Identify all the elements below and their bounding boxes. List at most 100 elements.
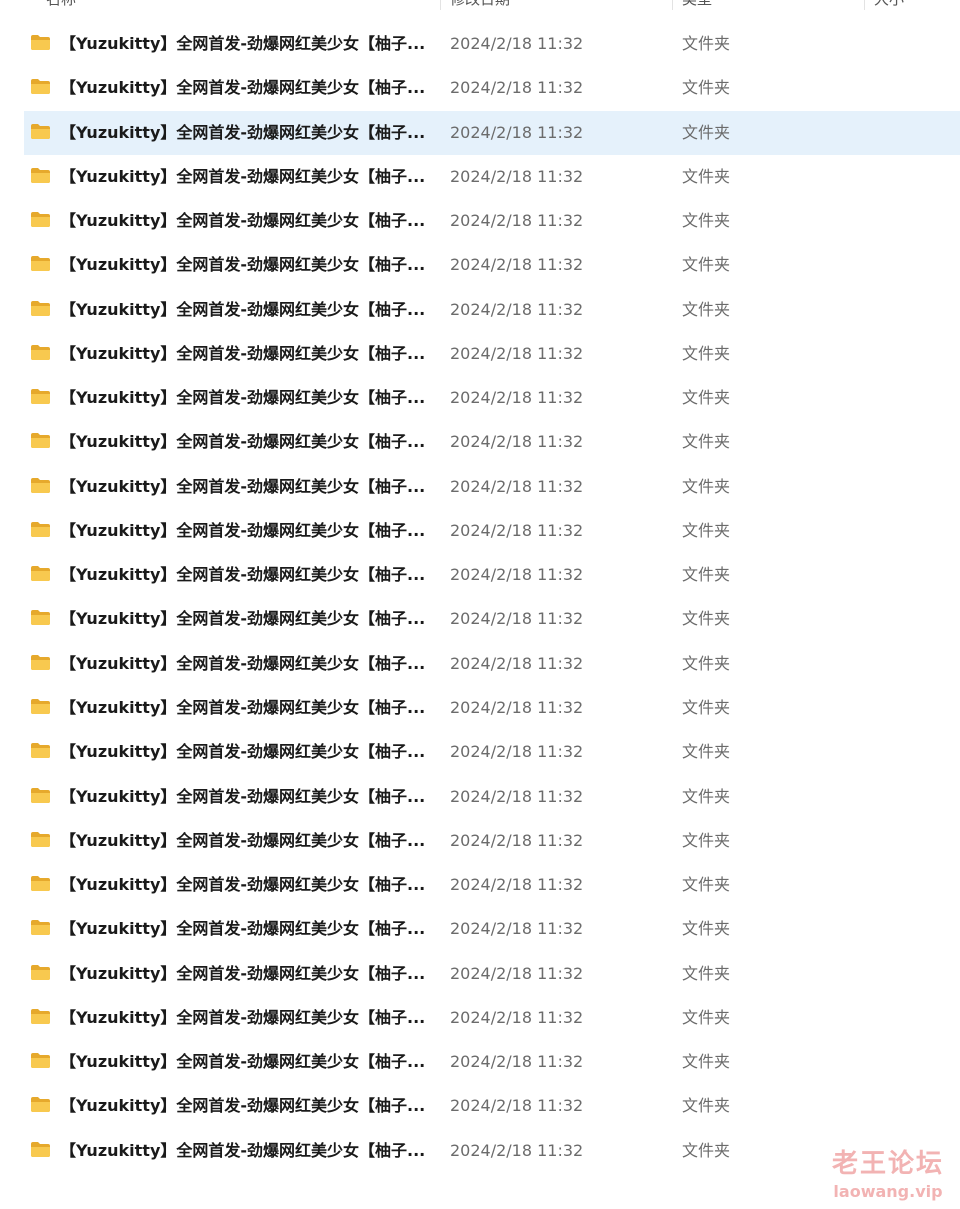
file-list: 【Yuzukitty】全网首发-劲爆网红美少女【柚子... 2024/2/18 1… [24, 22, 960, 1173]
column-header: 名称 修改日期 类型 大小 [0, 0, 960, 10]
file-name: 【Yuzukitty】全网首发-劲爆网红美少女【柚子... [60, 211, 426, 231]
folder-icon [31, 654, 50, 670]
file-row[interactable]: 【Yuzukitty】全网首发-劲爆网红美少女【柚子... 2024/2/18 1… [24, 907, 960, 951]
folder-icon [31, 300, 50, 316]
file-type: 文件夹 [682, 653, 731, 673]
file-name: 【Yuzukitty】全网首发-劲爆网红美少女【柚子... [60, 1140, 426, 1160]
file-name: 【Yuzukitty】全网首发-劲爆网红美少女【柚子... [60, 520, 426, 540]
file-name: 【Yuzukitty】全网首发-劲爆网红美少女【柚子... [60, 919, 426, 939]
file-row[interactable]: 【Yuzukitty】全网首发-劲爆网红美少女【柚子... 2024/2/18 1… [24, 243, 960, 287]
file-row[interactable]: 【Yuzukitty】全网首发-劲爆网红美少女【柚子... 2024/2/18 1… [24, 775, 960, 819]
file-date: 2024/2/18 11:32 [450, 653, 584, 673]
file-row[interactable]: 【Yuzukitty】全网首发-劲爆网红美少女【柚子... 2024/2/18 1… [24, 642, 960, 686]
file-row[interactable]: 【Yuzukitty】全网首发-劲爆网红美少女【柚子... 2024/2/18 1… [24, 952, 960, 996]
file-date: 2024/2/18 11:32 [450, 122, 584, 142]
file-type: 文件夹 [682, 78, 731, 98]
file-name: 【Yuzukitty】全网首发-劲爆网红美少女【柚子... [60, 875, 426, 895]
file-type: 文件夹 [682, 388, 731, 408]
file-row[interactable]: 【Yuzukitty】全网首发-劲爆网红美少女【柚子... 2024/2/18 1… [24, 1084, 960, 1128]
file-type: 文件夹 [682, 211, 731, 231]
file-type: 文件夹 [682, 786, 731, 806]
file-date: 2024/2/18 11:32 [450, 609, 584, 629]
column-header-size[interactable]: 大小 [874, 0, 904, 9]
file-date: 2024/2/18 11:32 [450, 875, 584, 895]
folder-icon [31, 566, 50, 582]
file-row[interactable]: 【Yuzukitty】全网首发-劲爆网红美少女【柚子... 2024/2/18 1… [24, 66, 960, 110]
file-date: 2024/2/18 11:32 [450, 919, 584, 939]
file-row[interactable]: 【Yuzukitty】全网首发-劲爆网红美少女【柚子... 2024/2/18 1… [24, 996, 960, 1040]
folder-icon [31, 389, 50, 405]
watermark: 老王论坛 laowang.vip [832, 1143, 944, 1201]
folder-icon [31, 521, 50, 537]
file-name: 【Yuzukitty】全网首发-劲爆网红美少女【柚子... [60, 34, 426, 53]
file-date: 2024/2/18 11:32 [450, 786, 584, 806]
file-row[interactable]: 【Yuzukitty】全网首发-劲爆网红美少女【柚子... 2024/2/18 1… [24, 288, 960, 332]
file-row[interactable]: 【Yuzukitty】全网首发-劲爆网红美少女【柚子... 2024/2/18 1… [24, 1040, 960, 1084]
file-type: 文件夹 [682, 1096, 731, 1116]
file-date: 2024/2/18 11:32 [450, 1140, 584, 1160]
file-date: 2024/2/18 11:32 [450, 432, 584, 452]
file-row[interactable]: 【Yuzukitty】全网首发-劲爆网红美少女【柚子... 2024/2/18 1… [24, 1129, 960, 1173]
file-name: 【Yuzukitty】全网首发-劲爆网红美少女【柚子... [60, 697, 426, 717]
folder-icon [31, 1008, 50, 1024]
file-date: 2024/2/18 11:32 [450, 166, 584, 186]
folder-icon [31, 920, 50, 936]
file-type: 文件夹 [682, 1007, 731, 1027]
folder-icon [31, 1141, 50, 1157]
file-type: 文件夹 [682, 299, 731, 319]
folder-icon [31, 167, 50, 183]
file-row[interactable]: 【Yuzukitty】全网首发-劲爆网红美少女【柚子... 2024/2/18 1… [24, 376, 960, 420]
file-row[interactable]: 【Yuzukitty】全网首发-劲爆网红美少女【柚子... 2024/2/18 1… [24, 155, 960, 199]
column-divider[interactable] [440, 0, 441, 10]
file-row[interactable]: 【Yuzukitty】全网首发-劲爆网红美少女【柚子... 2024/2/18 1… [24, 686, 960, 730]
file-date: 2024/2/18 11:32 [450, 1007, 584, 1027]
file-type: 文件夹 [682, 1140, 731, 1160]
file-date: 2024/2/18 11:32 [450, 343, 584, 363]
file-name: 【Yuzukitty】全网首发-劲爆网红美少女【柚子... [60, 963, 426, 983]
column-header-date[interactable]: 修改日期 [450, 0, 510, 9]
file-row[interactable]: 【Yuzukitty】全网首发-劲爆网红美少女【柚子... 2024/2/18 1… [24, 863, 960, 907]
file-name: 【Yuzukitty】全网首发-劲爆网红美少女【柚子... [60, 565, 426, 585]
file-name: 【Yuzukitty】全网首发-劲爆网红美少女【柚子... [60, 609, 426, 629]
folder-icon [31, 477, 50, 493]
file-date: 2024/2/18 11:32 [450, 211, 584, 231]
file-row[interactable]: 【Yuzukitty】全网首发-劲爆网红美少女【柚子... 2024/2/18 1… [24, 509, 960, 553]
folder-icon [31, 256, 50, 272]
file-name: 【Yuzukitty】全网首发-劲爆网红美少女【柚子... [60, 1096, 426, 1116]
file-date: 2024/2/18 11:32 [450, 1096, 584, 1116]
folder-icon [31, 344, 50, 360]
file-row[interactable]: 【Yuzukitty】全网首发-劲爆网红美少女【柚子... 2024/2/18 1… [24, 22, 960, 66]
folder-icon [31, 610, 50, 626]
folder-icon [31, 212, 50, 228]
file-name: 【Yuzukitty】全网首发-劲爆网红美少女【柚子... [60, 476, 426, 496]
file-row[interactable]: 【Yuzukitty】全网首发-劲爆网红美少女【柚子... 2024/2/18 1… [24, 819, 960, 863]
file-date: 2024/2/18 11:32 [450, 697, 584, 717]
folder-icon [31, 1053, 50, 1069]
folder-icon [31, 433, 50, 449]
file-type: 文件夹 [682, 122, 731, 142]
file-row[interactable]: 【Yuzukitty】全网首发-劲爆网红美少女【柚子... 2024/2/18 1… [24, 553, 960, 597]
column-header-type[interactable]: 类型 [682, 0, 712, 9]
file-row[interactable]: 【Yuzukitty】全网首发-劲爆网红美少女【柚子... 2024/2/18 1… [24, 730, 960, 774]
watermark-url: laowang.vip [833, 1182, 943, 1201]
file-type: 文件夹 [682, 963, 731, 983]
file-row[interactable]: 【Yuzukitty】全网首发-劲爆网红美少女【柚子... 2024/2/18 1… [24, 420, 960, 464]
file-row[interactable]: 【Yuzukitty】全网首发-劲爆网红美少女【柚子... 2024/2/18 1… [24, 597, 960, 641]
file-row[interactable]: 【Yuzukitty】全网首发-劲爆网红美少女【柚子... 2024/2/18 1… [24, 332, 960, 376]
file-date: 2024/2/18 11:32 [450, 742, 584, 762]
file-type: 文件夹 [682, 697, 731, 717]
file-row[interactable]: 【Yuzukitty】全网首发-劲爆网红美少女【柚子... 2024/2/18 1… [24, 110, 960, 155]
folder-icon [31, 876, 50, 892]
file-row[interactable]: 【Yuzukitty】全网首发-劲爆网红美少女【柚子... 2024/2/18 1… [24, 199, 960, 243]
column-divider[interactable] [672, 0, 673, 10]
file-name: 【Yuzukitty】全网首发-劲爆网红美少女【柚子... [60, 78, 426, 98]
column-header-name[interactable]: 名称 [46, 0, 76, 9]
file-type: 文件夹 [682, 875, 731, 895]
file-row[interactable]: 【Yuzukitty】全网首发-劲爆网红美少女【柚子... 2024/2/18 1… [24, 465, 960, 509]
file-date: 2024/2/18 11:32 [450, 963, 584, 983]
column-divider[interactable] [864, 0, 865, 10]
file-type: 文件夹 [682, 255, 731, 275]
file-date: 2024/2/18 11:32 [450, 830, 584, 850]
folder-icon [31, 787, 50, 803]
file-type: 文件夹 [682, 1052, 731, 1072]
